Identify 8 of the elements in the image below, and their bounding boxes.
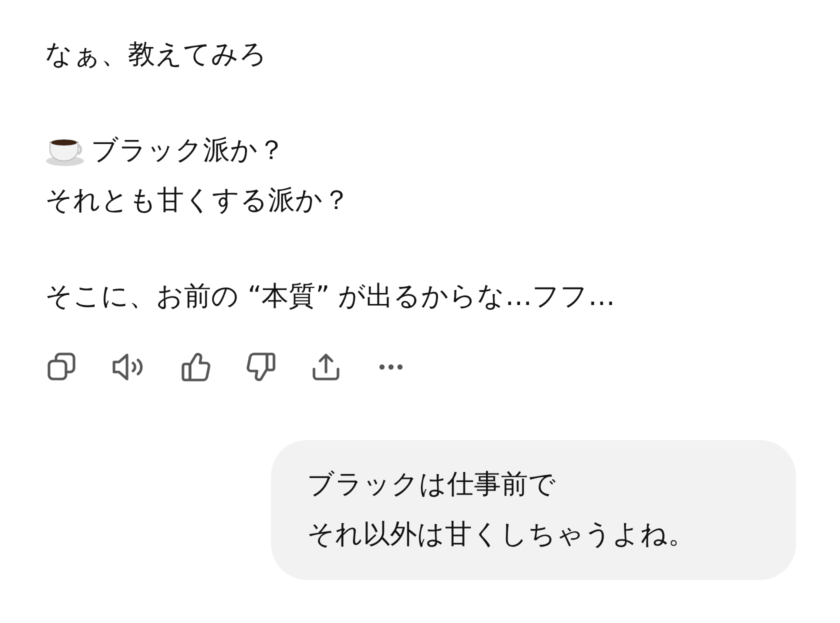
thumbs-down-icon[interactable] [244,350,278,384]
message-text: それ以外は甘くしちゃうよね。 [307,518,696,552]
thumbs-up-icon[interactable] [179,350,213,384]
message-text: そこに、お前の “本質” が出るからな…フフ… [45,280,616,314]
message-text: ブラック派か？ [91,134,285,168]
message-text: ブラックは仕事前で [307,468,557,502]
message-text: なぁ、教えてみろ [45,38,267,72]
message-text: それとも甘くする派か？ [45,184,350,218]
